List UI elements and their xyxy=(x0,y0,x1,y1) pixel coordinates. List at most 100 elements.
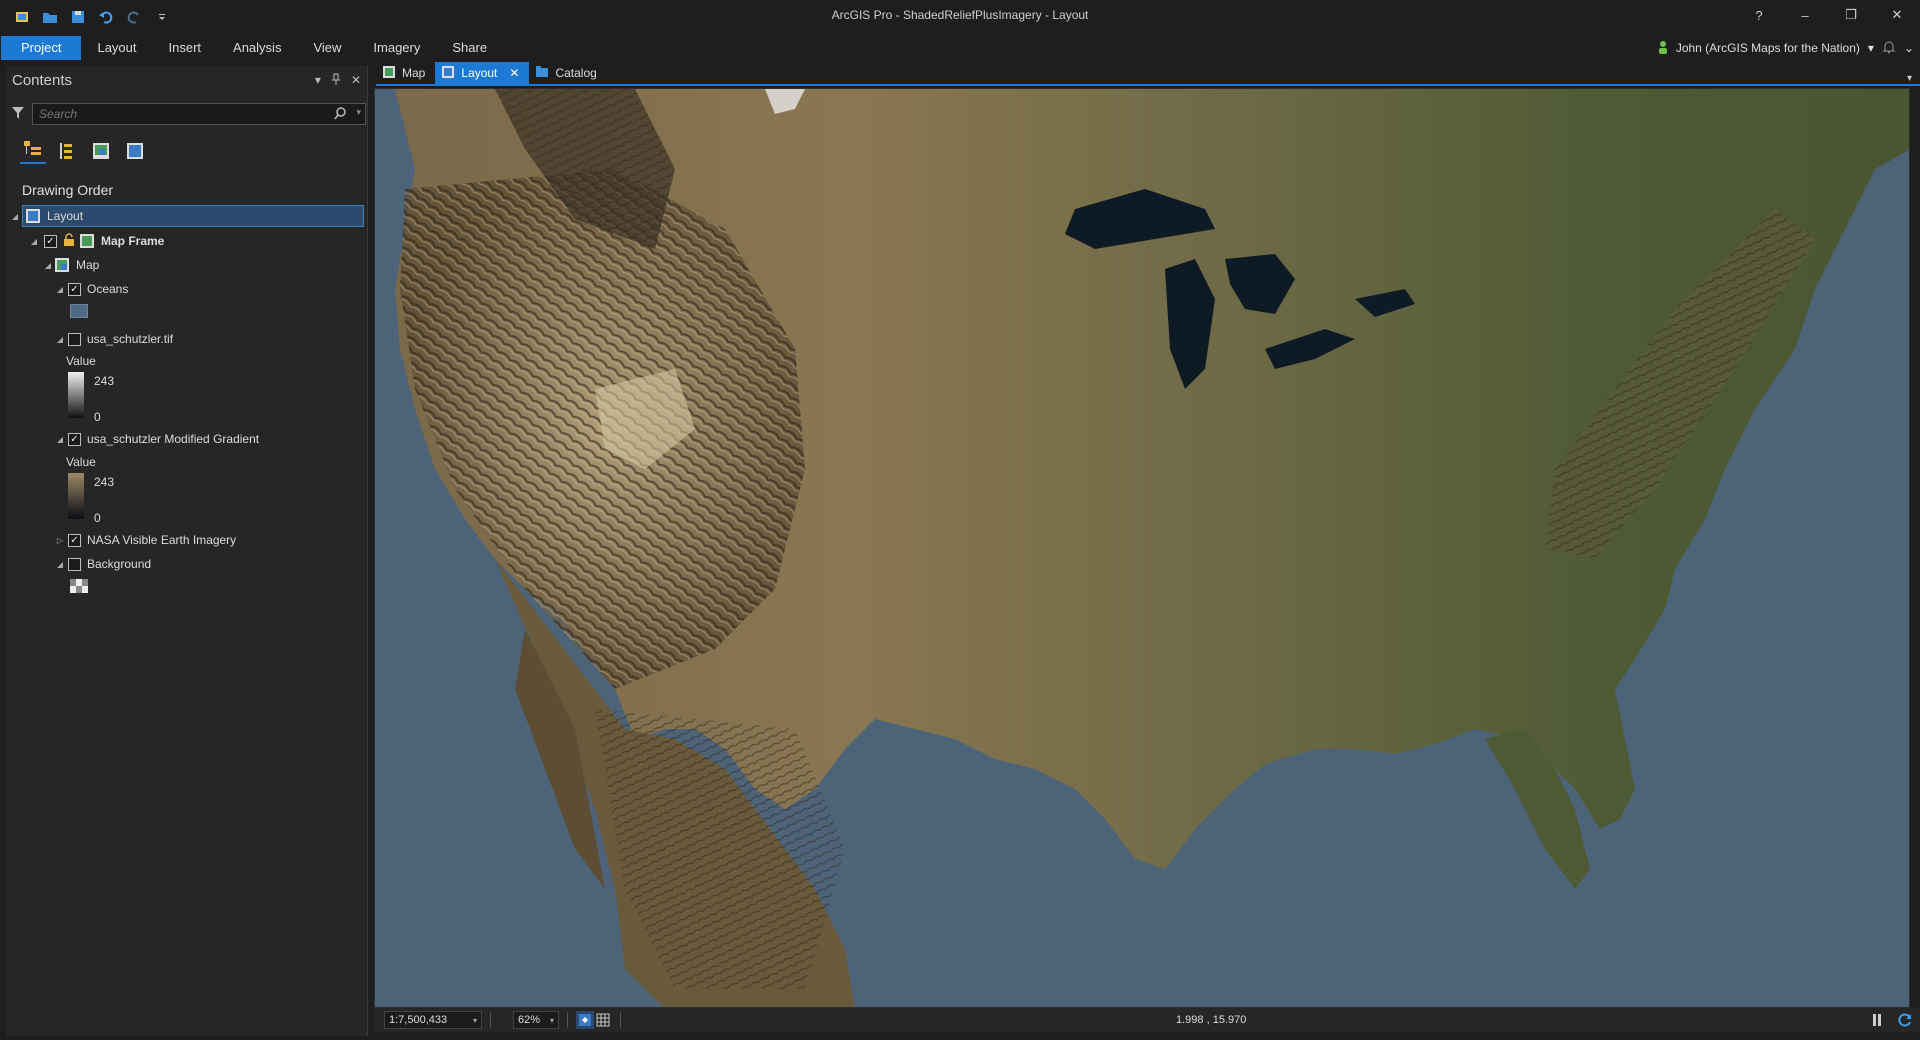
list-by-data-source-icon[interactable] xyxy=(88,138,114,164)
search-options-icon[interactable]: ▾ xyxy=(356,107,361,118)
status-separator xyxy=(490,1012,491,1028)
collapse-layout-icon[interactable]: ◢ xyxy=(9,212,21,221)
grid-icon[interactable] xyxy=(594,1011,612,1029)
document-tabs: Map Layout ✕ Catalog ▾ xyxy=(376,62,1920,86)
tree-item-usa-schutzler-tif[interactable]: ◢ usa_schutzler.tif xyxy=(54,328,173,350)
list-by-drawing-order-icon[interactable] xyxy=(20,138,46,164)
usa-mod-high-label: 243 xyxy=(94,475,115,489)
oceans-symbol-swatch[interactable] xyxy=(70,304,88,318)
layout-tab-icon xyxy=(441,65,455,82)
scale-dropdown-icon[interactable]: ▾ xyxy=(473,1016,477,1025)
tab-analysis[interactable]: Analysis xyxy=(217,36,297,60)
collapse-oceans-icon[interactable]: ◢ xyxy=(54,285,66,294)
scale-value: 1:7,500,433 xyxy=(389,1014,448,1026)
nasa-visibility-checkbox[interactable]: ✓ xyxy=(68,533,81,547)
doc-tab-catalog[interactable]: Catalog xyxy=(529,62,606,84)
pane-options-icon[interactable]: ▾ xyxy=(315,73,321,88)
tree-label-map: Map xyxy=(76,258,100,272)
user-name[interactable]: John (ArcGIS Maps for the Nation) xyxy=(1676,41,1860,55)
close-button[interactable]: ✕ xyxy=(1874,0,1920,30)
ribbon-collapse-icon[interactable]: ⌄ xyxy=(1904,41,1914,55)
search-icon[interactable] xyxy=(334,107,347,123)
tab-imagery[interactable]: Imagery xyxy=(357,36,436,60)
usa-mod-visibility-checkbox[interactable]: ✓ xyxy=(68,432,81,446)
tree-item-background[interactable]: ◢ Background xyxy=(54,553,151,575)
collapse-usa-mod-icon[interactable]: ◢ xyxy=(54,435,66,444)
tree-item-oceans[interactable]: ◢ ✓ Oceans xyxy=(54,278,128,300)
minimize-button[interactable]: – xyxy=(1782,0,1828,30)
quick-access-toolbar xyxy=(0,0,174,34)
status-bar-right xyxy=(1868,1011,1914,1029)
pin-icon[interactable] xyxy=(331,73,341,88)
user-status-icon xyxy=(1658,40,1668,57)
map-frame-visibility-checkbox[interactable]: ✓ xyxy=(44,234,57,248)
snapping-icon[interactable] xyxy=(576,1011,594,1029)
contents-title: Contents xyxy=(12,71,73,89)
zoom-dropdown-icon[interactable]: ▾ xyxy=(550,1016,554,1025)
tree-item-map-frame[interactable]: ◢ ✓ Map Frame xyxy=(28,230,164,252)
contents-header: Contents ▾ ✕ xyxy=(6,66,367,94)
search-input[interactable] xyxy=(39,107,319,121)
close-layout-tab-icon[interactable]: ✕ xyxy=(509,66,519,80)
pause-drawing-icon[interactable] xyxy=(1868,1011,1886,1029)
user-area: John (ArcGIS Maps for the Nation) ▾ ⌄ xyxy=(1658,34,1914,62)
collapse-background-icon[interactable]: ◢ xyxy=(54,560,66,569)
scale-selector[interactable]: 1:7,500,433 ▾ xyxy=(384,1011,482,1029)
document-tabs-menu-icon[interactable]: ▾ xyxy=(1907,73,1920,84)
collapse-usa-tif-icon[interactable]: ◢ xyxy=(54,335,66,344)
tree-label-background: Background xyxy=(87,557,152,571)
expand-nasa-icon[interactable]: ▷ xyxy=(54,536,66,545)
shaded-relief-map-image[interactable] xyxy=(375,89,1910,1008)
list-by-layout-elements-icon[interactable] xyxy=(122,138,148,164)
help-button[interactable]: ? xyxy=(1736,0,1782,30)
doc-tab-catalog-label: Catalog xyxy=(555,66,597,80)
refresh-icon[interactable] xyxy=(1896,1011,1914,1029)
usa-tif-gradient-ramp[interactable] xyxy=(68,372,84,418)
doc-tab-map-label: Map xyxy=(402,66,426,80)
pane-close-icon[interactable]: ✕ xyxy=(351,73,361,88)
doc-tab-map[interactable]: Map xyxy=(376,62,435,84)
background-symbol-swatch[interactable] xyxy=(70,579,88,593)
tab-insert[interactable]: Insert xyxy=(153,36,218,60)
map-icon xyxy=(54,257,70,273)
window-controls: ? – ❐ ✕ xyxy=(1736,0,1920,30)
restore-button[interactable]: ❐ xyxy=(1828,0,1874,30)
tree-item-nasa-imagery[interactable]: ▷ ✓ NASA Visible Earth Imagery xyxy=(54,529,236,551)
filter-icon[interactable] xyxy=(12,106,24,123)
usa-mod-gradient-ramp[interactable] xyxy=(68,473,84,519)
notifications-bell-icon[interactable] xyxy=(1882,40,1896,57)
ribbon-tabs: Project Layout Insert Analysis View Imag… xyxy=(0,34,1920,62)
doc-tab-layout-label: Layout xyxy=(461,66,498,80)
zoom-value: 62% xyxy=(518,1014,541,1026)
window-title: ArcGIS Pro - ShadedReliefPlusImagery - L… xyxy=(831,8,1089,22)
tree-item-layout[interactable]: ◢ Layout xyxy=(12,205,364,227)
doc-tab-layout[interactable]: Layout ✕ xyxy=(435,62,530,84)
tree-item-map[interactable]: ◢ Map xyxy=(42,254,99,276)
new-project-icon[interactable] xyxy=(10,5,34,29)
open-folder-icon[interactable] xyxy=(38,5,62,29)
collapse-map-frame-icon[interactable]: ◢ xyxy=(28,237,40,246)
drawing-order-heading: Drawing Order xyxy=(22,182,114,198)
lock-icon[interactable] xyxy=(63,233,75,249)
tab-layout[interactable]: Layout xyxy=(81,36,152,60)
collapse-map-icon[interactable]: ◢ xyxy=(42,261,54,270)
oceans-visibility-checkbox[interactable]: ✓ xyxy=(68,282,81,296)
tab-view[interactable]: View xyxy=(297,36,357,60)
save-icon[interactable] xyxy=(66,5,90,29)
tree-item-usa-schutzler-modified[interactable]: ◢ ✓ usa_schutzler Modified Gradient xyxy=(54,428,259,450)
list-by-selection-icon[interactable] xyxy=(54,138,80,164)
usa-tif-visibility-checkbox[interactable] xyxy=(68,332,81,346)
tab-share[interactable]: Share xyxy=(436,36,503,60)
zoom-selector[interactable]: 62% ▾ xyxy=(513,1011,559,1029)
user-dropdown-icon[interactable]: ▾ xyxy=(1868,41,1874,55)
usa-mod-value-label: Value xyxy=(66,455,96,469)
tab-project[interactable]: Project xyxy=(1,36,82,60)
redo-icon[interactable] xyxy=(122,5,146,29)
layout-icon xyxy=(25,208,41,224)
tree-label-layout: Layout xyxy=(47,209,84,223)
customize-qat-icon[interactable] xyxy=(150,5,174,29)
cursor-coordinates: 1.998 , 15.970 xyxy=(1176,1014,1247,1026)
background-visibility-checkbox[interactable] xyxy=(68,557,81,571)
undo-icon[interactable] xyxy=(94,5,118,29)
layout-map-view[interactable] xyxy=(374,88,1910,1008)
